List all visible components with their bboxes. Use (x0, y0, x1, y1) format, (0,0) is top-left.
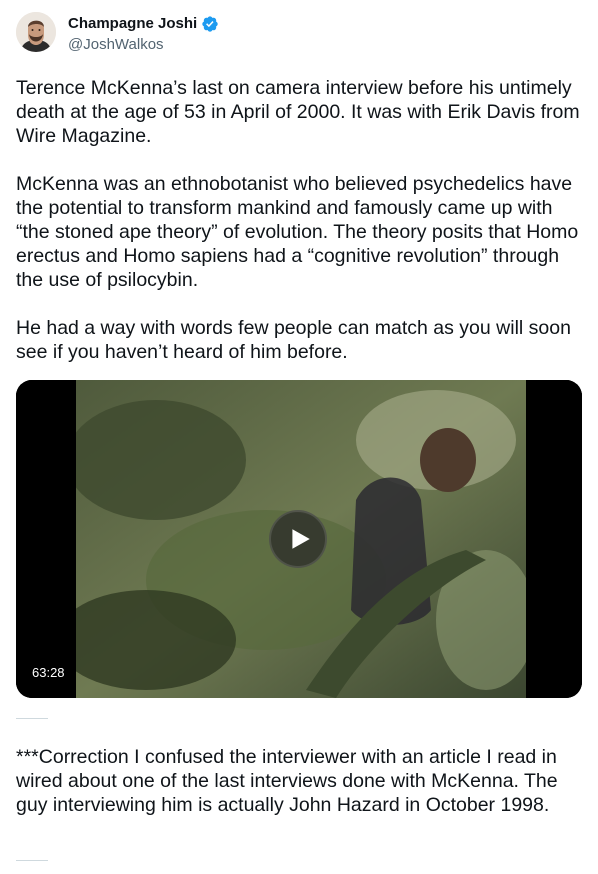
tweet-header: Champagne Joshi @JoshWalkos (16, 12, 576, 56)
tweet-paragraph: Terence McKenna’s last on camera intervi… (16, 77, 586, 147)
author-name[interactable]: Champagne Joshi (68, 14, 197, 33)
author-name-row: Champagne Joshi (68, 14, 219, 33)
thread-divider (16, 860, 48, 861)
tweet-paragraph: McKenna was an ethnobotanist who believe… (16, 173, 584, 291)
tweet-paragraph: He had a way with words few people can m… (16, 317, 577, 363)
bearded-man-avatar-icon (16, 12, 56, 52)
author-handle[interactable]: @JoshWalkos (68, 35, 164, 54)
tweet-body: Terence McKenna’s last on camera intervi… (16, 76, 582, 364)
play-icon (292, 529, 310, 549)
video-duration-badge: 63:28 (26, 662, 71, 684)
video-player[interactable]: 63:28 (16, 380, 582, 698)
author-avatar[interactable] (16, 12, 56, 52)
thread-divider (16, 718, 48, 719)
play-button[interactable] (269, 510, 327, 568)
verified-badge-icon (202, 15, 218, 32)
thread-reply-text: ***Correction I confused the interviewer… (16, 746, 558, 816)
